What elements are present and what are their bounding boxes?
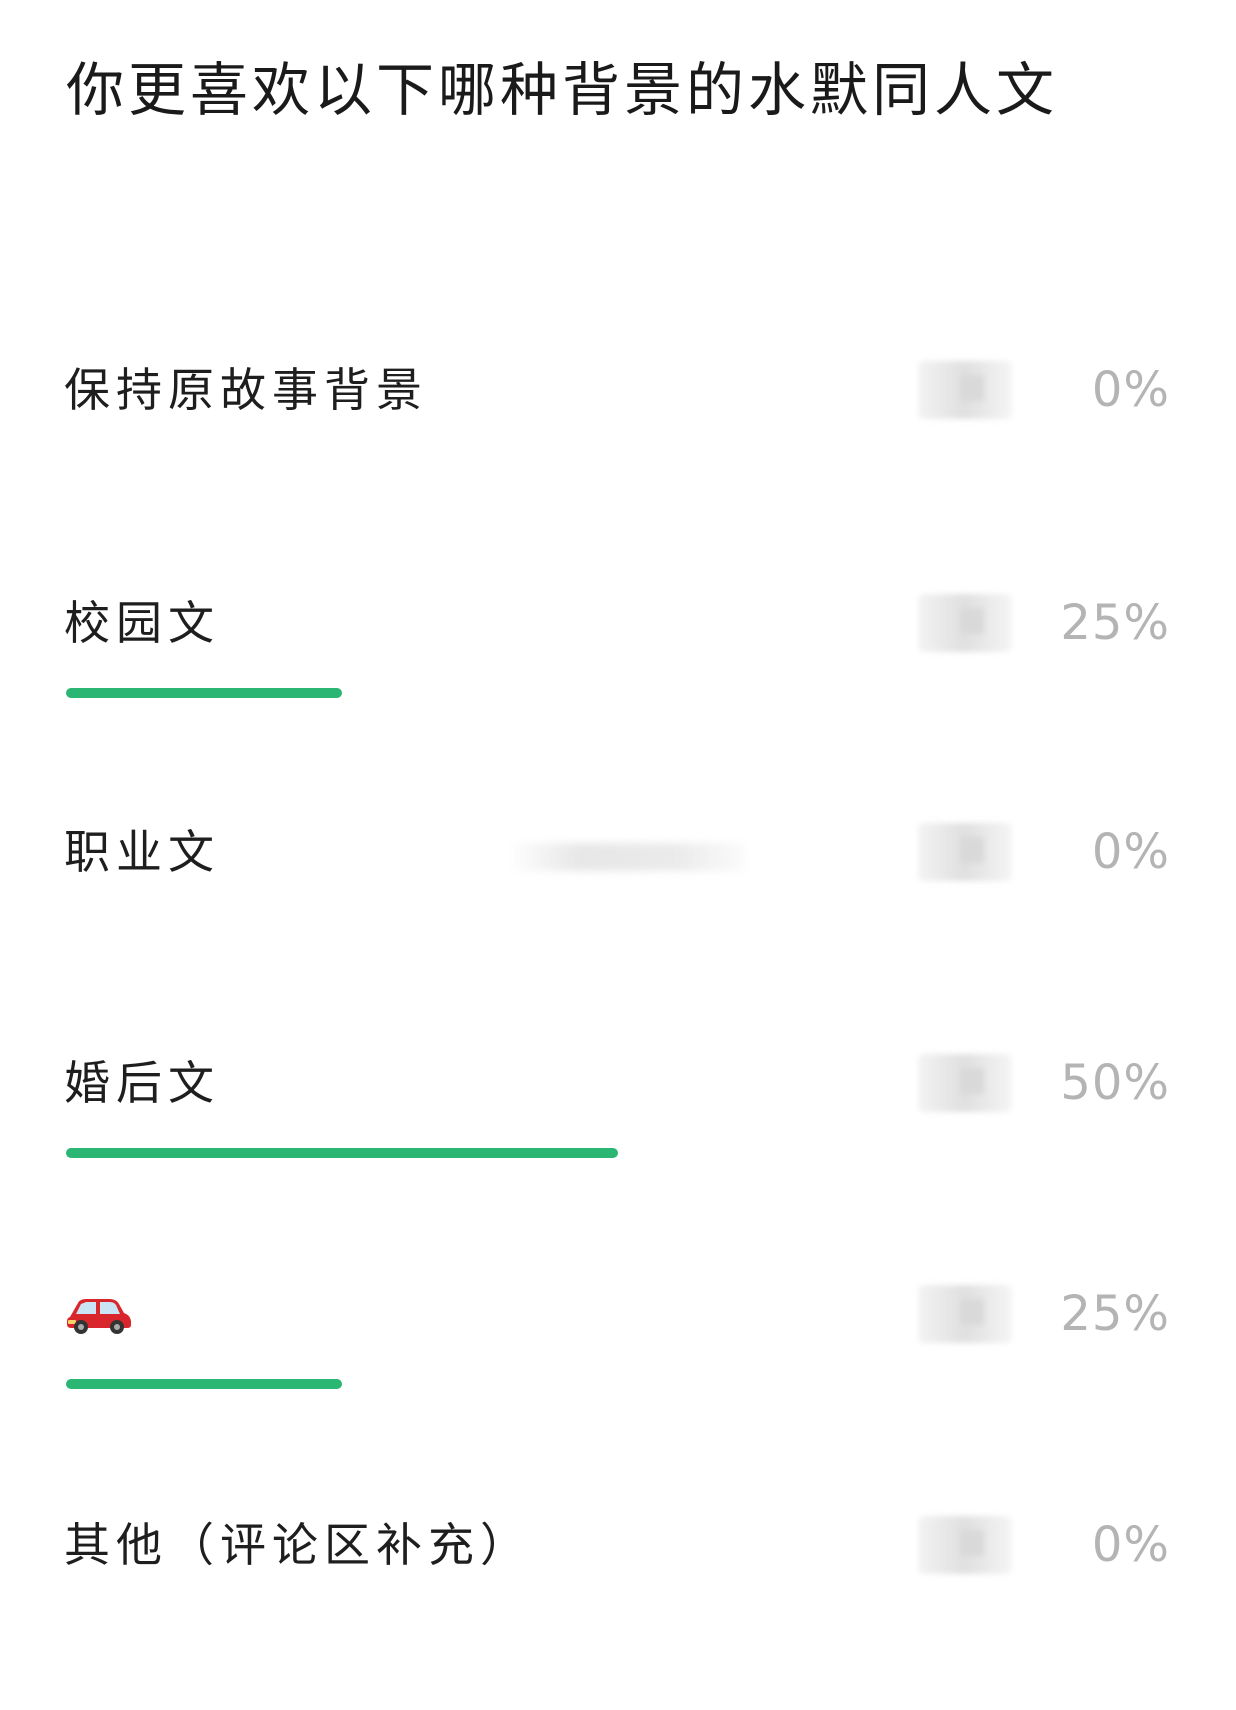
blurred-vote-count <box>918 361 1012 419</box>
poll-option-car[interactable]: 25% <box>0 1279 1236 1479</box>
result-bar-track <box>66 917 1170 927</box>
red-car-icon <box>64 1293 134 1335</box>
option-percent: 25% <box>1060 1286 1170 1342</box>
option-label: 职业文 <box>64 825 220 879</box>
poll-question: 你更喜欢以下哪种背景的水默同人文 <box>66 56 1059 124</box>
poll-option-other[interactable]: 其他（评论区补充） 0% <box>0 1510 1236 1710</box>
blurred-vote-count <box>918 1285 1012 1343</box>
poll-option-post-marriage[interactable]: 婚后文 50% <box>0 1048 1236 1248</box>
option-percent: 0% <box>1091 362 1170 418</box>
option-percent: 25% <box>1060 595 1170 651</box>
poll-card: 你更喜欢以下哪种背景的水默同人文 保持原故事背景 0% 校园文 25% 职业文 … <box>0 0 1236 1706</box>
result-bar-track <box>66 455 1170 465</box>
blurred-vote-count <box>918 594 1012 652</box>
option-label: 其他（评论区补充） <box>64 1518 532 1572</box>
poll-option-campus[interactable]: 校园文 25% <box>0 588 1236 788</box>
option-percent: 0% <box>1091 824 1170 880</box>
option-label: 校园文 <box>64 596 220 650</box>
blurred-vote-count <box>918 1054 1012 1112</box>
poll-option-original-setting[interactable]: 保持原故事背景 0% <box>0 355 1236 555</box>
result-bar-track <box>66 1148 1170 1158</box>
result-bar-fill <box>66 1379 342 1389</box>
option-percent: 50% <box>1060 1055 1170 1111</box>
redaction-smudge <box>508 843 744 871</box>
result-bar-fill <box>66 688 342 698</box>
blurred-vote-count <box>918 1516 1012 1574</box>
result-bar-track <box>66 1610 1170 1620</box>
option-label: 保持原故事背景 <box>64 363 428 417</box>
option-percent: 0% <box>1091 1517 1170 1573</box>
result-bar-track <box>66 688 1170 698</box>
option-label <box>64 1279 134 1354</box>
option-label: 婚后文 <box>64 1056 220 1110</box>
blurred-vote-count <box>918 823 1012 881</box>
result-bar-track <box>66 1379 1170 1389</box>
result-bar-fill <box>66 1148 618 1158</box>
